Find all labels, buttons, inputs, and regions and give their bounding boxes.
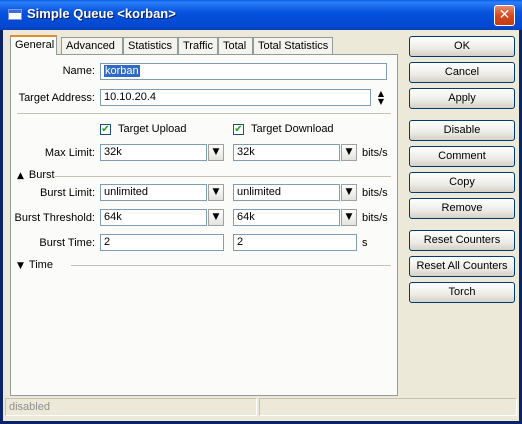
- cancel-button[interactable]: Cancel: [409, 62, 515, 83]
- window-icon: [8, 9, 22, 20]
- burst-limit-download-dropdown-icon[interactable]: ▼: [341, 184, 357, 201]
- burst-limit-label: Burst Limit:: [39, 187, 95, 199]
- close-icon: ✕: [498, 7, 511, 23]
- time-section-label: Time: [28, 259, 53, 271]
- copy-button[interactable]: Copy: [409, 172, 515, 193]
- max-limit-unit: bits/s: [362, 147, 388, 159]
- reset-all-counters-button[interactable]: Reset All Counters: [409, 256, 515, 277]
- max-limit-upload-input[interactable]: 32k: [100, 144, 207, 161]
- tab-statistics[interactable]: Statistics: [123, 37, 178, 54]
- remove-button[interactable]: Remove: [409, 198, 515, 219]
- burst-time-unit: s: [362, 237, 368, 249]
- max-limit-download-input[interactable]: 32k: [233, 144, 340, 161]
- collapse-triangle-icon: ▲: [17, 171, 24, 181]
- burst-time-upload-input[interactable]: 2: [100, 234, 224, 251]
- status-info: [259, 398, 517, 416]
- disable-button[interactable]: Disable: [409, 120, 515, 141]
- apply-button[interactable]: Apply: [409, 88, 515, 109]
- status-bar: disabled: [5, 398, 519, 418]
- simple-queue-window: Simple Queue <korban> ✕ General Advanced…: [0, 0, 522, 424]
- time-section-header[interactable]: ▼ Time: [17, 259, 53, 271]
- target-address-label: Target Address:: [18, 92, 95, 104]
- burst-limit-upload-input[interactable]: unlimited: [100, 184, 207, 201]
- target-download-checkbox[interactable]: ✔: [233, 124, 244, 135]
- target-address-spinner-icon[interactable]: ▲ ▼: [375, 90, 387, 107]
- burst-time-label: Burst Time:: [39, 237, 95, 249]
- name-label: Name:: [62, 65, 95, 77]
- dialog-body: General Advanced Statistics Traffic Tota…: [3, 30, 519, 421]
- tab-advanced[interactable]: Advanced: [61, 37, 123, 54]
- target-upload-label: Target Upload: [118, 123, 187, 135]
- status-state: disabled: [5, 398, 257, 416]
- separator: [17, 113, 391, 115]
- max-limit-upload-dropdown-icon[interactable]: ▼: [208, 144, 224, 161]
- title-bar[interactable]: Simple Queue <korban> ✕: [0, 0, 522, 30]
- separator: [71, 265, 391, 267]
- burst-time-download-input[interactable]: 2: [233, 234, 357, 251]
- close-button[interactable]: ✕: [494, 5, 515, 26]
- target-upload-checkbox[interactable]: ✔: [100, 124, 111, 135]
- target-address-input[interactable]: 10.10.20.4: [100, 89, 371, 106]
- expand-triangle-icon: ▼: [17, 261, 24, 271]
- burst-threshold-upload-input[interactable]: 64k: [100, 209, 207, 226]
- tab-general[interactable]: General: [10, 35, 57, 55]
- burst-threshold-download-input[interactable]: 64k: [233, 209, 340, 226]
- burst-threshold-upload-dropdown-icon[interactable]: ▼: [208, 209, 224, 226]
- burst-limit-download-input[interactable]: unlimited: [233, 184, 340, 201]
- window-title: Simple Queue <korban>: [27, 6, 176, 21]
- tab-traffic[interactable]: Traffic: [178, 37, 218, 54]
- reset-counters-button[interactable]: Reset Counters: [409, 230, 515, 251]
- burst-threshold-unit: bits/s: [362, 212, 388, 224]
- comment-button[interactable]: Comment: [409, 146, 515, 167]
- tab-total[interactable]: Total: [218, 37, 253, 54]
- burst-section-header[interactable]: ▲ Burst: [17, 169, 55, 181]
- ok-button[interactable]: OK: [409, 36, 515, 57]
- max-limit-download-dropdown-icon[interactable]: ▼: [341, 144, 357, 161]
- name-value: korban: [104, 65, 140, 77]
- target-download-label: Target Download: [251, 123, 334, 135]
- burst-limit-upload-dropdown-icon[interactable]: ▼: [208, 184, 224, 201]
- tab-total-statistics[interactable]: Total Statistics: [253, 37, 333, 54]
- max-limit-label: Max Limit:: [44, 147, 95, 159]
- burst-limit-unit: bits/s: [362, 187, 388, 199]
- burst-threshold-download-dropdown-icon[interactable]: ▼: [341, 209, 357, 226]
- name-input[interactable]: korban: [100, 63, 387, 80]
- separator: [55, 176, 391, 178]
- burst-section-label: Burst: [28, 169, 55, 181]
- general-panel: Name: korban Target Address: 10.10.20.4 …: [10, 54, 398, 396]
- burst-threshold-label: Burst Threshold:: [14, 212, 95, 224]
- torch-button[interactable]: Torch: [409, 282, 515, 303]
